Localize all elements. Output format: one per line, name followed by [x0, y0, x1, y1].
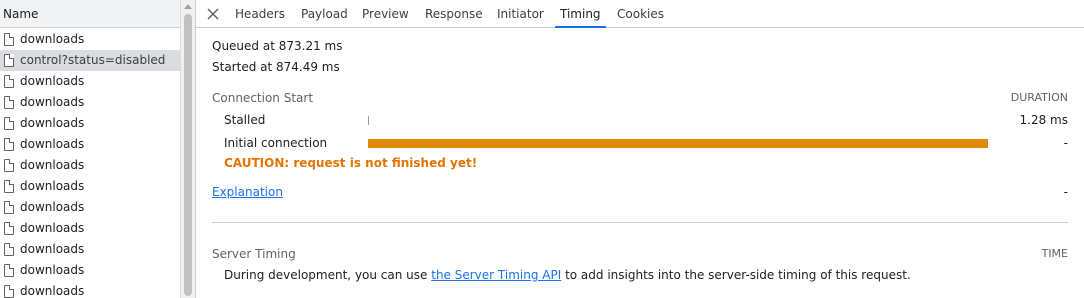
tab-headers[interactable]: Headers [235, 0, 285, 28]
list-item[interactable]: downloads [0, 155, 180, 176]
initial-connection-bar [368, 139, 988, 148]
list-item[interactable]: downloads [0, 239, 180, 260]
request-name: downloads [20, 284, 85, 298]
scrollbar-thumb[interactable] [184, 14, 192, 296]
document-icon [4, 264, 14, 277]
connection-start-header: Connection Start [212, 91, 314, 105]
stalled-bar [368, 116, 369, 125]
list-item[interactable]: downloads [0, 197, 180, 218]
tab-payload[interactable]: Payload [301, 0, 348, 28]
document-icon [4, 138, 14, 151]
request-name: downloads [20, 158, 85, 172]
list-item[interactable]: downloads [0, 113, 180, 134]
close-icon[interactable] [206, 7, 220, 21]
name-column-label: Name [3, 7, 39, 21]
server-timing-text-after: to add insights into the server-side tim… [561, 268, 911, 282]
list-item[interactable]: downloads [0, 134, 180, 155]
list-item[interactable]: control?status=disabled [0, 50, 180, 71]
list-item[interactable]: downloads [0, 92, 180, 113]
request-name: downloads [20, 137, 85, 151]
request-rows: downloads control?status=disabled download… [0, 29, 180, 298]
document-icon [4, 54, 14, 67]
request-name: downloads [20, 116, 85, 130]
list-item[interactable]: downloads [0, 176, 180, 197]
server-timing-text-before: During development, you can use [224, 268, 432, 282]
initial-connection-label: Initial connection [224, 136, 328, 150]
list-item[interactable]: downloads [0, 260, 180, 281]
server-timing-header: Server Timing [212, 247, 296, 261]
request-list-panel: Name downloads control?status=disabled dow… [0, 0, 195, 298]
request-name: downloads [20, 32, 85, 46]
request-list-scrollbar[interactable] [180, 0, 195, 298]
request-name: downloads [20, 221, 85, 235]
document-icon [4, 96, 14, 109]
document-icon [4, 201, 14, 214]
document-icon [4, 75, 14, 88]
document-icon [4, 159, 14, 172]
scroll-up-arrow-icon[interactable] [184, 4, 192, 9]
document-icon [4, 243, 14, 256]
document-icon [4, 180, 14, 193]
document-icon [4, 117, 14, 130]
list-item[interactable]: downloads [0, 71, 180, 92]
server-timing-api-link[interactable]: the Server Timing API [431, 268, 561, 282]
request-name: downloads [20, 95, 85, 109]
request-details-panel: Headers Payload Preview Response Initiat… [196, 0, 1084, 298]
caution-message: CAUTION: request is not finished yet! [224, 156, 478, 170]
tab-cookies[interactable]: Cookies [617, 0, 664, 28]
request-name: downloads [20, 200, 85, 214]
explanation-duration: - [1063, 185, 1068, 199]
request-name: downloads [20, 179, 85, 193]
request-name: control?status=disabled [20, 53, 166, 67]
tab-response[interactable]: Response [425, 0, 483, 28]
started-at-text: Started at 874.49 ms [212, 60, 340, 74]
name-column-header[interactable]: Name [0, 0, 180, 28]
time-header: TIME [1041, 247, 1068, 260]
details-tab-bar: Headers Payload Preview Response Initiat… [196, 0, 1084, 28]
stalled-label: Stalled [224, 113, 266, 127]
request-name: downloads [20, 242, 85, 256]
server-timing-description: During development, you can use the Serv… [224, 268, 911, 282]
document-icon [4, 285, 14, 298]
section-divider [212, 222, 1068, 223]
duration-header: DURATION [1010, 91, 1068, 104]
tab-timing[interactable]: Timing [555, 0, 606, 28]
list-item[interactable]: downloads [0, 29, 180, 50]
tab-preview[interactable]: Preview [362, 0, 409, 28]
tab-initiator[interactable]: Initiator [497, 0, 544, 28]
list-item[interactable]: downloads [0, 218, 180, 239]
document-icon [4, 33, 14, 46]
initial-connection-duration: - [1063, 136, 1068, 150]
list-item[interactable]: downloads [0, 281, 180, 298]
request-name: downloads [20, 74, 85, 88]
document-icon [4, 222, 14, 235]
stalled-duration: 1.28 ms [1019, 113, 1068, 127]
request-name: downloads [20, 263, 85, 277]
queued-at-text: Queued at 873.21 ms [212, 39, 343, 53]
explanation-link[interactable]: Explanation [212, 185, 283, 199]
